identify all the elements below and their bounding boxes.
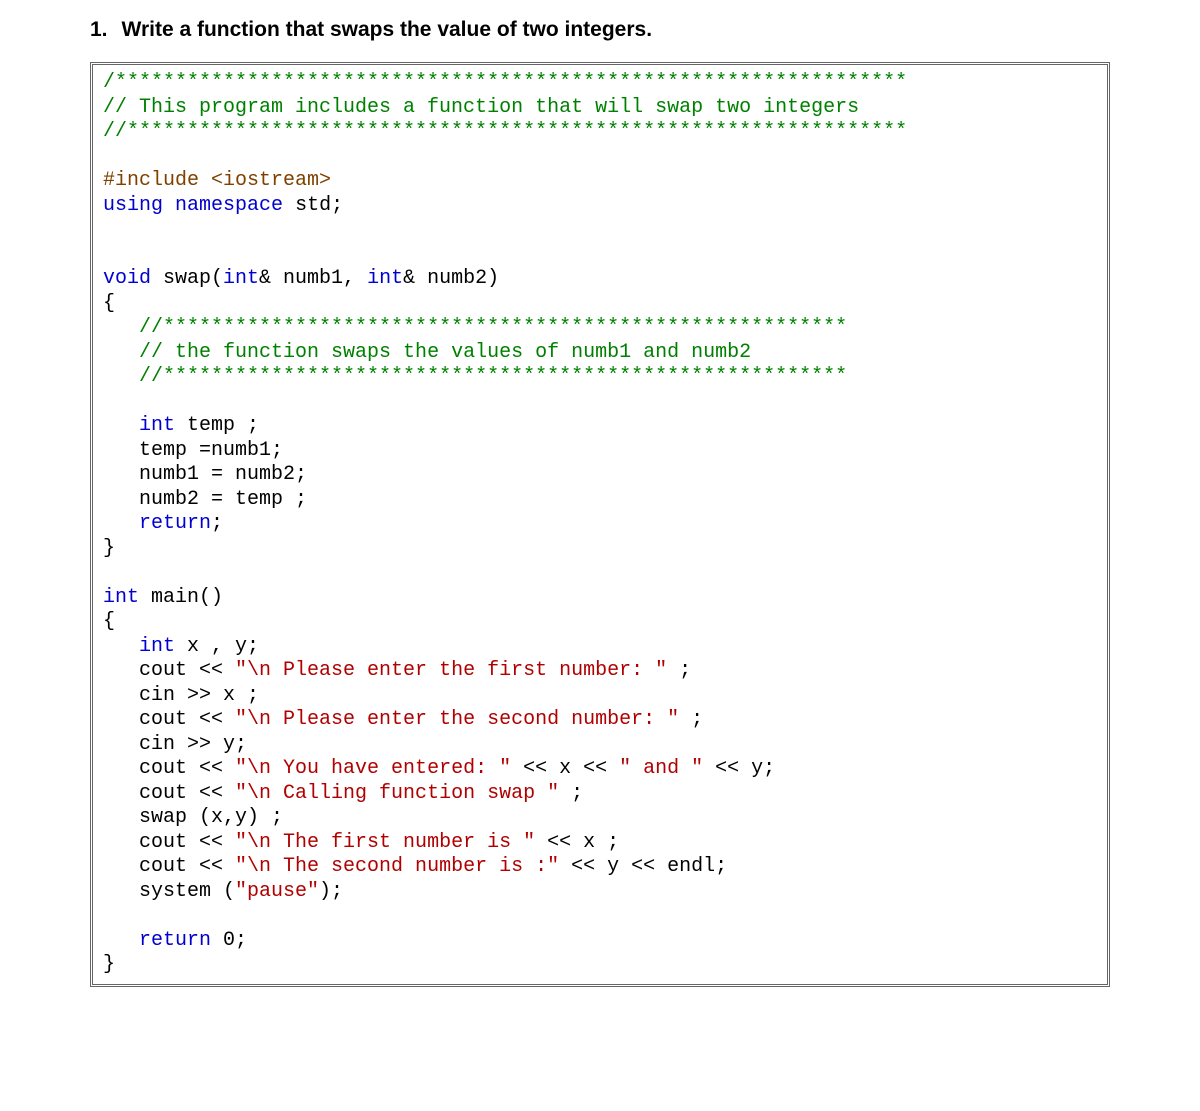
code-token: "\n The second number is :" <box>235 855 559 878</box>
code-token <box>103 414 139 437</box>
question-heading: 1. Write a function that swaps the value… <box>90 18 1110 42</box>
code-token: "\n Calling function swap " <box>235 782 559 805</box>
code-token: namespace <box>175 194 283 217</box>
code-token: /***************************************… <box>103 71 907 94</box>
code-token: cout << <box>103 757 235 780</box>
code-token: temp =numb1; <box>103 439 283 462</box>
code-token: ; <box>667 659 691 682</box>
question-text: Write a function that swaps the value of… <box>122 18 653 42</box>
code-token: cout << <box>103 855 235 878</box>
code-token <box>103 512 139 535</box>
code-token: numb1 = numb2; <box>103 463 307 486</box>
code-token: "\n You have entered: " <box>235 757 511 780</box>
code-token: #include <iostream> <box>103 169 331 192</box>
code-token: cout << <box>103 659 235 682</box>
code-token: main() <box>139 586 223 609</box>
code-token: void <box>103 267 151 290</box>
code-token <box>103 365 139 388</box>
code-token: 0; <box>211 929 247 952</box>
code-token: cout << <box>103 831 235 854</box>
code-token: << x << <box>511 757 619 780</box>
code-token: "pause" <box>235 880 319 903</box>
code-token: << y; <box>703 757 775 780</box>
code-token: int <box>139 635 175 658</box>
code-token: std; <box>283 194 343 217</box>
code-token: cout << <box>103 782 235 805</box>
code-token <box>103 341 139 364</box>
code-token <box>103 635 139 658</box>
code-token: cin >> x ; <box>103 684 259 707</box>
code-token: return <box>139 929 211 952</box>
code-token: temp ; <box>175 414 259 437</box>
code-token: & numb2) <box>403 267 499 290</box>
code-token: << x ; <box>535 831 619 854</box>
code-token: ); <box>319 880 343 903</box>
code-token: // the function swaps the values of numb… <box>139 341 751 364</box>
code-token <box>103 929 139 952</box>
code-token: //**************************************… <box>103 120 907 143</box>
code-token <box>163 194 175 217</box>
code-token: cin >> y; <box>103 733 247 756</box>
code-token: "\n Please enter the first number: " <box>235 659 667 682</box>
code-token: numb2 = temp ; <box>103 488 307 511</box>
code-token: int <box>223 267 259 290</box>
code-token: using <box>103 194 163 217</box>
code-token: { <box>103 292 115 315</box>
code-token: { <box>103 610 115 633</box>
code-token: << y << endl; <box>559 855 727 878</box>
code-token: swap (x,y) ; <box>103 806 283 829</box>
question-number: 1. <box>90 18 108 42</box>
code-listing: /***************************************… <box>90 62 1110 987</box>
code-token: x , y; <box>175 635 259 658</box>
code-token: //**************************************… <box>139 365 847 388</box>
code-token: ; <box>679 708 703 731</box>
code-token: "\n Please enter the second number: " <box>235 708 679 731</box>
code-token <box>103 316 139 339</box>
code-token: } <box>103 537 115 560</box>
code-token: & numb1, <box>259 267 367 290</box>
code-token: "\n The first number is " <box>235 831 535 854</box>
code-token: swap( <box>151 267 223 290</box>
code-token: ; <box>211 512 223 535</box>
code-token: } <box>103 953 115 976</box>
code-token: // This program includes a function that… <box>103 96 859 119</box>
code-token: system ( <box>103 880 235 903</box>
code-token: " and " <box>619 757 703 780</box>
code-token: //**************************************… <box>139 316 847 339</box>
code-token: ; <box>559 782 583 805</box>
code-token: return <box>139 512 211 535</box>
code-token: int <box>103 586 139 609</box>
code-token: cout << <box>103 708 235 731</box>
code-token: int <box>367 267 403 290</box>
code-token: int <box>139 414 175 437</box>
